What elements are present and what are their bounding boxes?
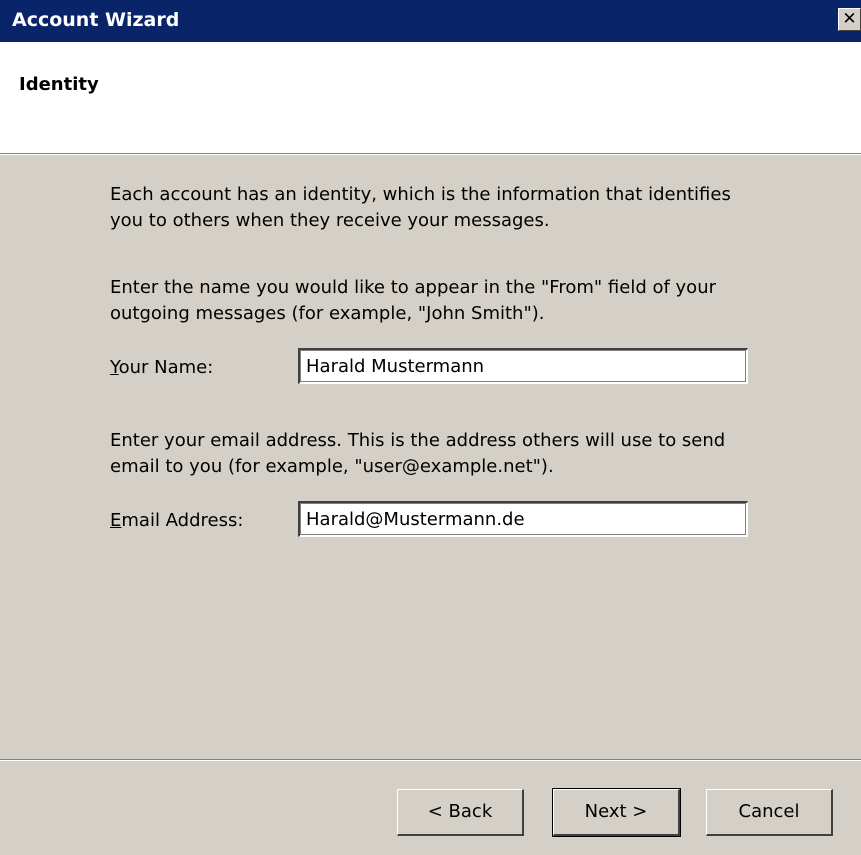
name-label-text: our Name:	[118, 357, 214, 378]
your-name-input[interactable]	[298, 348, 748, 384]
email-address-input[interactable]	[298, 501, 748, 537]
cancel-button[interactable]: Cancel	[706, 789, 833, 836]
close-button[interactable]: ✕	[838, 8, 861, 31]
email-label-mnemonic: E	[110, 510, 122, 531]
next-button[interactable]: Next >	[552, 788, 681, 837]
title-bar[interactable]: Account Wizard ✕	[0, 0, 861, 42]
back-button[interactable]: < Back	[397, 789, 524, 836]
intro-text: Each account has an identity, which is t…	[110, 184, 731, 231]
name-instructions: Enter the name you would like to appear …	[110, 277, 717, 324]
account-wizard-dialog: Account Wizard ✕ Identity Each account h…	[0, 0, 861, 855]
email-label: Email Address:	[110, 510, 243, 531]
page-title: Identity	[19, 74, 99, 95]
wizard-header: Identity	[0, 42, 861, 154]
email-label-text: mail Address:	[121, 510, 244, 531]
window-title: Account Wizard	[12, 9, 180, 31]
name-label: Your Name:	[110, 357, 213, 378]
name-label-mnemonic: Y	[110, 357, 119, 378]
close-icon: ✕	[842, 9, 857, 29]
footer-divider	[0, 759, 861, 761]
email-instructions: Enter your email address. This is the ad…	[110, 430, 726, 477]
